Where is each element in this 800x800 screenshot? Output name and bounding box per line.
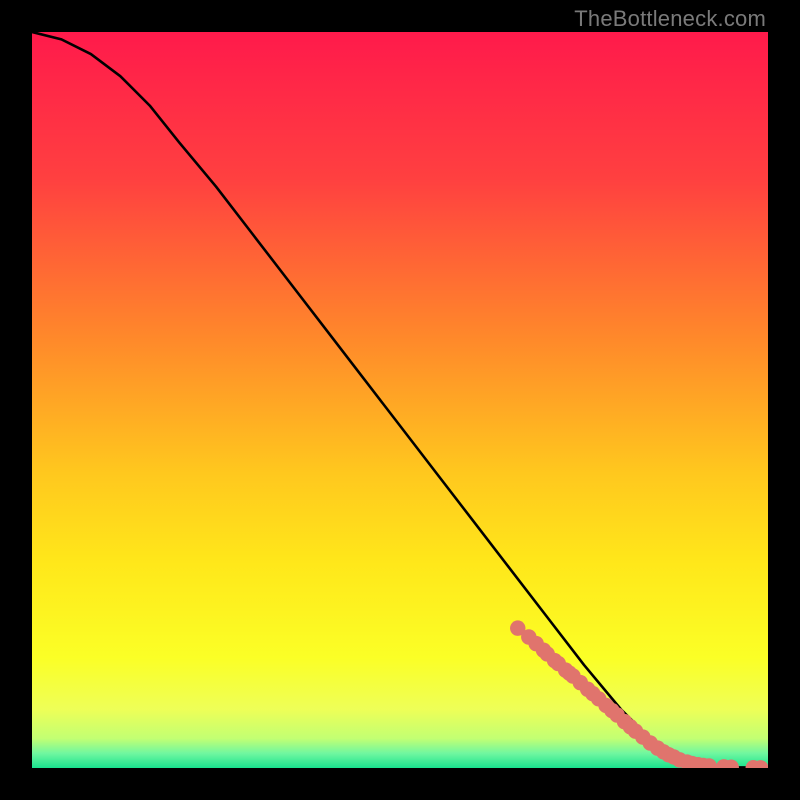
plot-area [32,32,768,768]
curve-layer [32,32,768,768]
chart-frame: TheBottleneck.com [0,0,800,800]
watermark-text: TheBottleneck.com [574,6,766,32]
highlight-dots [510,620,768,768]
bottleneck-curve [32,32,768,768]
